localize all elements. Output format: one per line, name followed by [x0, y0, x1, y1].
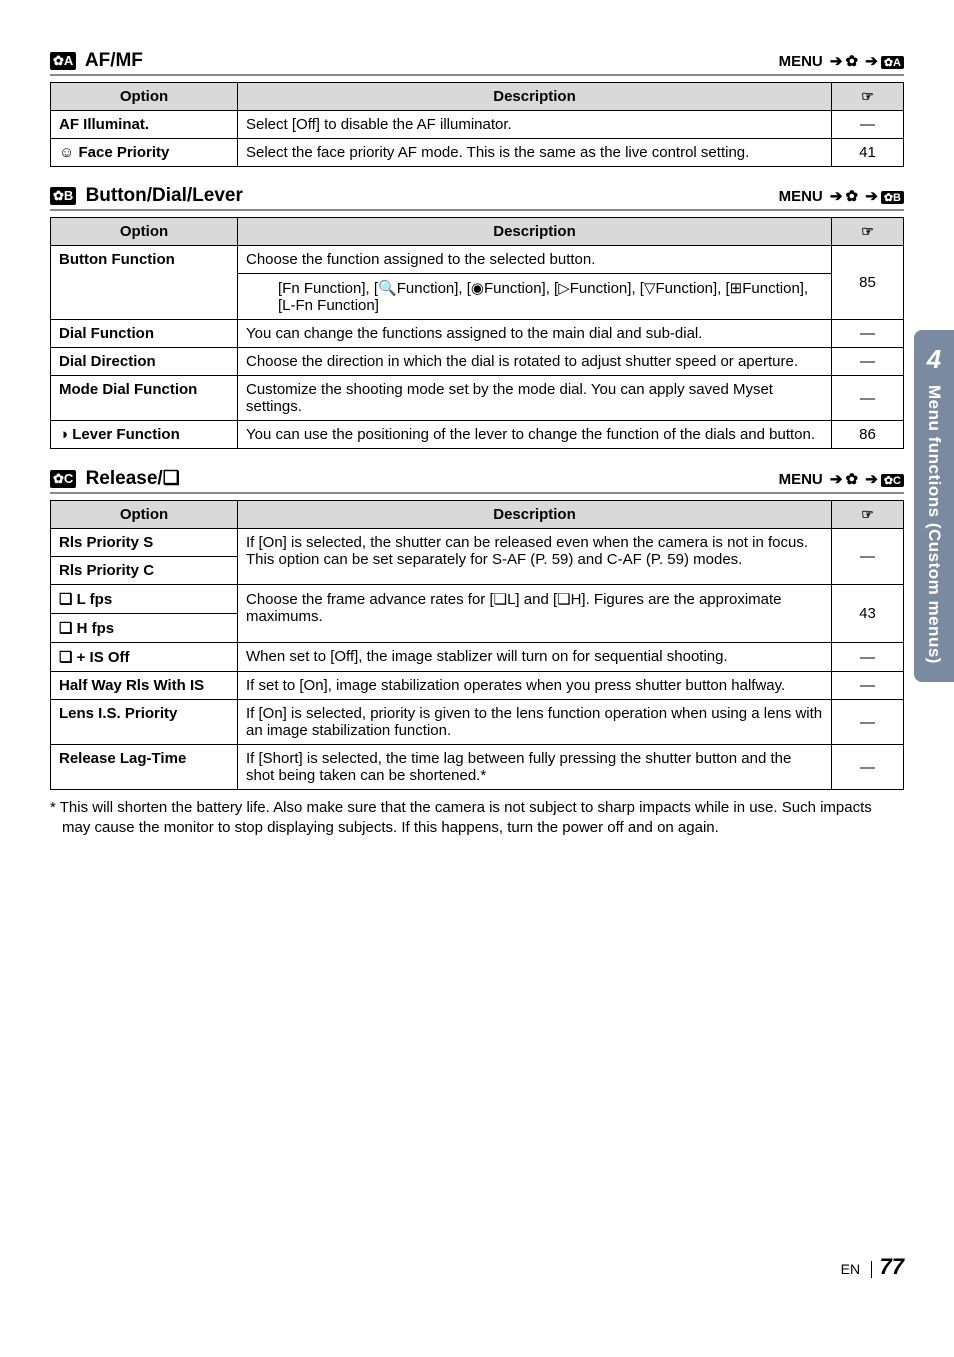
section-icon-rel: ✿C	[50, 470, 76, 488]
cell-desc: If set to [On], image stabilization oper…	[238, 672, 832, 700]
footnote: * This will shorten the battery life. Al…	[62, 798, 904, 839]
cell-option: Half Way Rls With IS	[51, 672, 238, 700]
table-row: Half Way Rls With IS If set to [On], ima…	[51, 672, 904, 700]
cell-desc: Select [Off] to disable the AF illuminat…	[238, 111, 832, 139]
cell-option: Dial Direction	[51, 348, 238, 376]
cell-desc: Choose the frame advance rates for [❏L] …	[238, 585, 832, 643]
footer-lang: EN	[841, 1261, 860, 1277]
side-tab: 4 Menu functions (Custom menus)	[914, 330, 954, 682]
page-footer: EN 77	[841, 1254, 904, 1280]
cell-option: Lens I.S. Priority	[51, 700, 238, 745]
table-row: ☺ Face Priority Select the face priority…	[51, 139, 904, 167]
th-option: Option	[51, 83, 238, 111]
section-icon-btn: ✿B	[50, 187, 76, 205]
cell-desc-sub: [Fn Function], [🔍Function], [◉Function],…	[238, 274, 832, 320]
section-menu-path-af: MENU ➔✿ ➔✿A	[779, 52, 904, 70]
cell-option: ❏ + IS Off	[51, 643, 238, 672]
th-option: Option	[51, 218, 238, 246]
th-desc: Description	[238, 83, 832, 111]
th-ref-icon: ☞	[832, 501, 904, 529]
cell-ref: —	[832, 700, 904, 745]
cell-option: Release Lag-Time	[51, 745, 238, 790]
cell-ref: —	[832, 529, 904, 585]
table-row: Release Lag-Time If [Short] is selected,…	[51, 745, 904, 790]
cell-ref: —	[832, 348, 904, 376]
table-row: Button Function Choose the function assi…	[51, 246, 904, 274]
table-row: Lens I.S. Priority If [On] is selected, …	[51, 700, 904, 745]
section-title-af: ✿A AF/MF	[50, 50, 143, 72]
cell-ref: 86	[832, 421, 904, 449]
cell-desc: You can change the functions assigned to…	[238, 320, 832, 348]
th-ref-icon: ☞	[832, 83, 904, 111]
cell-desc: If [Short] is selected, the time lag bet…	[238, 745, 832, 790]
cell-desc: If [On] is selected, the shutter can be …	[238, 529, 832, 585]
cell-option: AF Illuminat.	[51, 111, 238, 139]
th-ref-icon: ☞	[832, 218, 904, 246]
table-row: AF Illuminat. Select [Off] to disable th…	[51, 111, 904, 139]
section-header-btn: ✿B Button/Dial/Lever MENU ➔✿ ➔✿B	[50, 185, 904, 211]
footer-page: 77	[880, 1254, 904, 1279]
section-title-btn: ✿B Button/Dial/Lever	[50, 185, 243, 207]
cell-option: Rls Priority C	[51, 557, 238, 585]
table-row: ❏ L fps Choose the frame advance rates f…	[51, 585, 904, 614]
table-row: Rls Priority S If [On] is selected, the …	[51, 529, 904, 557]
cell-option: Dial Function	[51, 320, 238, 348]
cell-ref: 85	[832, 246, 904, 320]
cell-option: ☺ Face Priority	[51, 139, 238, 167]
section-menu-path-btn: MENU ➔✿ ➔✿B	[779, 187, 904, 205]
section-menu-path-rel: MENU ➔✿ ➔✿C	[779, 470, 904, 488]
section-title-rel-text: Release/❏	[86, 468, 180, 489]
section-title-btn-text: Button/Dial/Lever	[86, 185, 243, 206]
cell-desc: Choose the direction in which the dial i…	[238, 348, 832, 376]
table-af: Option Description ☞ AF Illuminat. Selec…	[50, 82, 904, 167]
table-row: ❏ + IS Off When set to [Off], the image …	[51, 643, 904, 672]
table-rel: Option Description ☞ Rls Priority S If […	[50, 500, 904, 790]
cell-ref: —	[832, 111, 904, 139]
section-header-rel: ✿C Release/❏ MENU ➔✿ ➔✿C	[50, 467, 904, 494]
table-btn: Option Description ☞ Button Function Cho…	[50, 217, 904, 449]
table-row: Dial Function You can change the functio…	[51, 320, 904, 348]
cell-desc: You can use the positioning of the lever…	[238, 421, 832, 449]
cell-ref: —	[832, 320, 904, 348]
cell-option: ❏ H fps	[51, 614, 238, 643]
cell-desc: Customize the shooting mode set by the m…	[238, 376, 832, 421]
cell-desc: Choose the function assigned to the sele…	[238, 246, 832, 274]
cell-option: ◑ Lever Function	[51, 421, 238, 449]
cell-ref: —	[832, 376, 904, 421]
side-tab-number: 4	[914, 344, 954, 375]
cell-ref: —	[832, 745, 904, 790]
cell-option: Mode Dial Function	[51, 376, 238, 421]
section-header-af: ✿A AF/MF MENU ➔✿ ➔✿A	[50, 50, 904, 76]
th-option: Option	[51, 501, 238, 529]
cell-ref: —	[832, 672, 904, 700]
table-row: Mode Dial Function Customize the shootin…	[51, 376, 904, 421]
cell-option: ❏ L fps	[51, 585, 238, 614]
section-title-rel: ✿C Release/❏	[50, 467, 180, 490]
cell-desc: Select the face priority AF mode. This i…	[238, 139, 832, 167]
section-title-af-text: AF/MF	[85, 50, 143, 71]
th-desc: Description	[238, 218, 832, 246]
section-icon-af: ✿A	[50, 52, 76, 70]
side-tab-text: Menu functions (Custom menus)	[924, 385, 944, 664]
table-row: Dial Direction Choose the direction in w…	[51, 348, 904, 376]
cell-desc: If [On] is selected, priority is given t…	[238, 700, 832, 745]
cell-option: Button Function	[51, 246, 238, 320]
cell-ref: —	[832, 643, 904, 672]
cell-desc: When set to [Off], the image stablizer w…	[238, 643, 832, 672]
cell-ref: 43	[832, 585, 904, 643]
cell-ref: 41	[832, 139, 904, 167]
table-row: ◑ Lever Function You can use the positio…	[51, 421, 904, 449]
th-desc: Description	[238, 501, 832, 529]
cell-option: Rls Priority S	[51, 529, 238, 557]
